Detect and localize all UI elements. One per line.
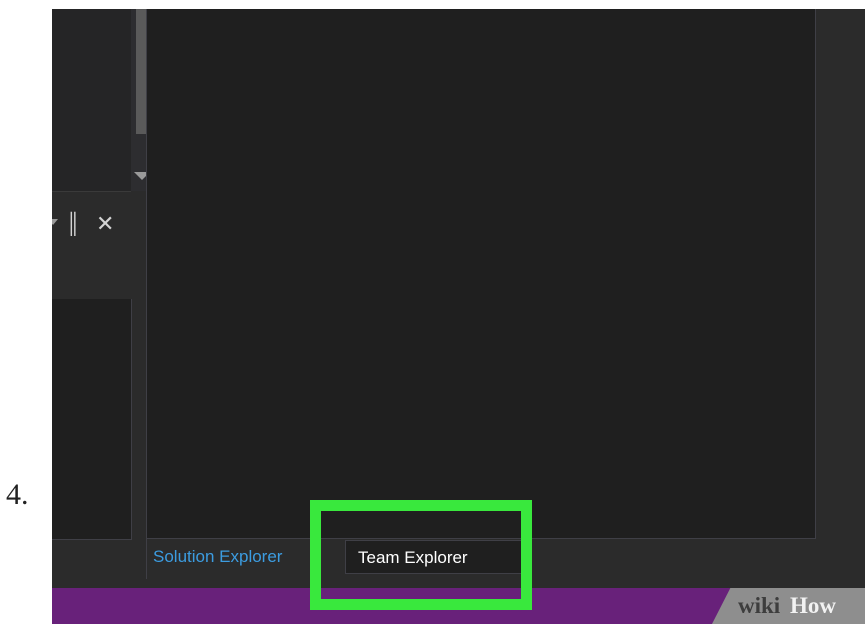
explorer-panel bbox=[146, 9, 816, 539]
pin-icon[interactable]: ║ bbox=[66, 213, 80, 235]
watermark-how: How bbox=[790, 593, 836, 618]
watermark-wiki: wiki bbox=[738, 593, 781, 618]
right-gutter bbox=[832, 9, 865, 569]
close-icon[interactable]: ✕ bbox=[96, 213, 114, 235]
panel-tab-strip: Solution Explorer Team Explorer bbox=[146, 539, 815, 579]
tool-panel-body bbox=[52, 299, 132, 540]
step-number: 4. bbox=[6, 478, 29, 511]
left-panel-content bbox=[52, 9, 131, 192]
dropdown-icon[interactable] bbox=[52, 219, 58, 225]
wikihow-watermark: wiki How bbox=[712, 588, 865, 624]
tab-solution-explorer[interactable]: Solution Explorer bbox=[153, 540, 343, 574]
ide-window: ║ ✕ Solution Explorer Team Explorer wiki… bbox=[52, 9, 865, 624]
panel-header-controls: ║ ✕ bbox=[52, 213, 127, 243]
tab-team-explorer[interactable]: Team Explorer bbox=[345, 540, 531, 574]
tool-panel-header bbox=[52, 193, 131, 299]
